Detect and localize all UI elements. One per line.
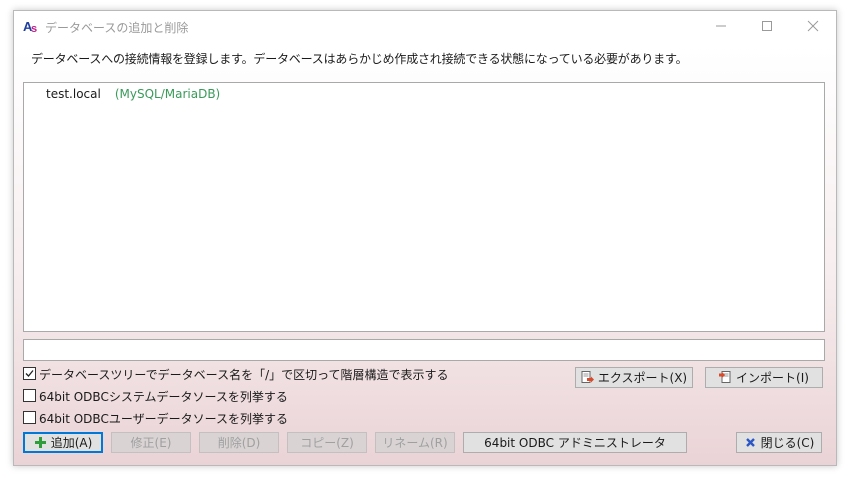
database-path-input[interactable]: [23, 339, 825, 361]
window-title: データベースの追加と削除: [45, 21, 189, 35]
maximize-button[interactable]: [744, 11, 790, 41]
export-button[interactable]: エクスポート(X): [575, 367, 693, 388]
maximize-icon: [762, 21, 772, 31]
database-list[interactable]: test.local (MySQL/MariaDB): [23, 82, 825, 332]
option-hierarchy-label: データベースツリーでデータベース名を「/」で区切って階層構造で表示する: [39, 368, 449, 382]
export-button-label: エクスポート(X): [597, 371, 688, 385]
checkmark-icon: [25, 370, 34, 377]
svg-text:s: s: [31, 23, 37, 34]
minimize-icon: [716, 25, 726, 27]
import-button-label: インポート(I): [736, 371, 809, 385]
minimize-button[interactable]: [698, 11, 744, 41]
export-icon: [581, 371, 594, 384]
modify-button-label: 修正(E): [130, 436, 172, 450]
plus-icon: [34, 436, 47, 449]
list-item[interactable]: test.local (MySQL/MariaDB): [46, 87, 220, 101]
title-bar[interactable]: A s データベースの追加と削除: [14, 11, 836, 41]
odbc-admin-button-label: 64bit ODBC アドミニストレータ: [484, 436, 666, 450]
option-system-dsn-label: 64bit ODBCシステムデータソースを列挙する: [39, 390, 288, 404]
dialog-window: A s データベースの追加と削除 データベースへの接続情報を登録します。データベ…: [13, 10, 837, 466]
database-name: test.local: [46, 87, 101, 101]
rename-button[interactable]: リネーム(R): [375, 432, 455, 453]
description-text: データベースへの接続情報を登録します。データベースはあらかじめ作成され接続できる…: [31, 52, 688, 66]
rename-button-label: リネーム(R): [382, 436, 448, 450]
checkbox-checked[interactable]: [23, 367, 36, 380]
import-button[interactable]: インポート(I): [705, 367, 823, 388]
import-icon: [719, 371, 732, 384]
close-button[interactable]: 閉じる(C): [736, 432, 822, 453]
copy-button[interactable]: コピー(Z): [287, 432, 367, 453]
delete-button[interactable]: 削除(D): [199, 432, 279, 453]
checkbox-unchecked[interactable]: [23, 389, 36, 402]
close-window-button[interactable]: [790, 11, 836, 41]
close-icon: [807, 20, 819, 32]
delete-button-label: 削除(D): [217, 436, 261, 450]
as-logo-icon: A s: [23, 18, 40, 35]
add-button[interactable]: 追加(A): [23, 432, 103, 453]
add-button-label: 追加(A): [50, 436, 93, 450]
close-x-icon: [744, 436, 757, 449]
checkbox-unchecked[interactable]: [23, 411, 36, 424]
copy-button-label: コピー(Z): [300, 436, 354, 450]
option-user-dsn-label: 64bit ODBCユーザーデータソースを列挙する: [39, 412, 288, 426]
odbc-admin-button[interactable]: 64bit ODBC アドミニストレータ: [463, 432, 687, 453]
database-type: (MySQL/MariaDB): [114, 87, 221, 101]
modify-button[interactable]: 修正(E): [111, 432, 191, 453]
close-button-label: 閉じる(C): [760, 436, 815, 450]
